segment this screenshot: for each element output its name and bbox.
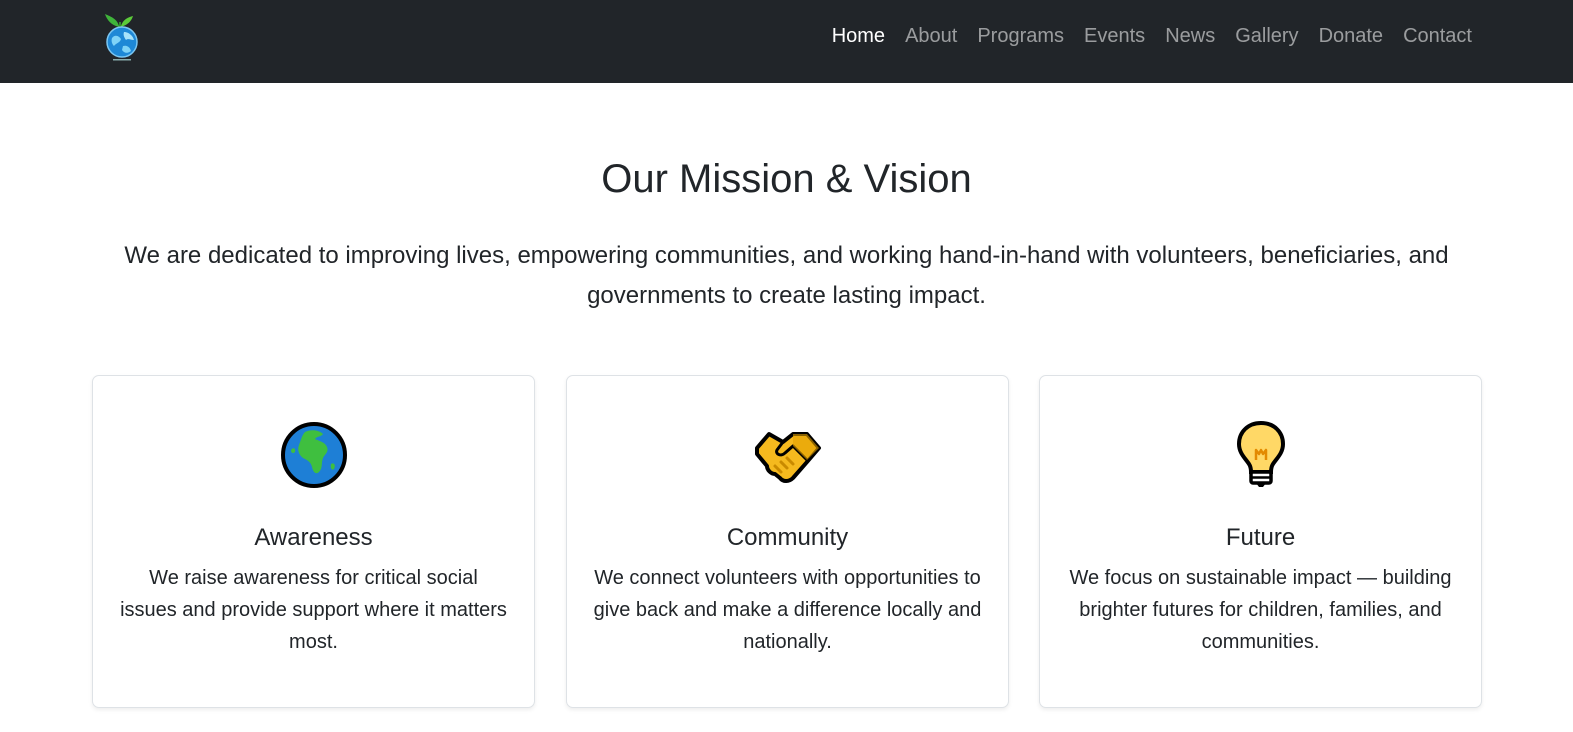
card-community: Community We connect volunteers with opp… — [566, 375, 1009, 708]
nav-link-events[interactable]: Events — [1084, 25, 1145, 47]
nav-link-home[interactable]: Home — [832, 25, 885, 47]
card-text: We focus on sustainable impact — buildin… — [1069, 567, 1452, 653]
nav-item-gallery: Gallery — [1235, 25, 1298, 48]
nav-item-news: News — [1165, 25, 1215, 48]
nav-item-about: About — [905, 25, 957, 48]
nav-link-news[interactable]: News — [1165, 25, 1215, 47]
nav-link-programs[interactable]: Programs — [977, 25, 1064, 47]
globe-africa-icon — [280, 422, 347, 488]
nav-link-donate[interactable]: Donate — [1319, 25, 1384, 47]
card-title: Awareness — [254, 524, 373, 551]
mission-lead: We are dedicated to improving lives, emp… — [124, 242, 1449, 309]
card-text: We connect volunteers with opportunities… — [593, 567, 982, 653]
top-navbar: Home About Programs Events News Gallery … — [0, 0, 1573, 83]
nav-menu: Home About Programs Events News Gallery … — [812, 0, 1472, 72]
globe-with-sprout-icon — [105, 14, 138, 61]
handshake-icon — [754, 432, 821, 483]
nav-item-contact: Contact — [1403, 25, 1472, 48]
nav-link-about[interactable]: About — [905, 25, 957, 47]
brand-logo[interactable] — [99, 10, 143, 62]
nav-item-events: Events — [1084, 25, 1145, 48]
light-bulb-icon — [1236, 420, 1285, 487]
card-text: We raise awareness for critical social i… — [120, 567, 507, 653]
nav-link-contact[interactable]: Contact — [1403, 25, 1472, 47]
mission-title: Our Mission & Vision — [601, 157, 972, 201]
nav-item-donate: Donate — [1319, 25, 1384, 48]
card-title: Community — [726, 524, 849, 551]
nav-item-home: Home — [832, 25, 885, 48]
card-awareness: Awareness We raise awareness for critica… — [92, 375, 535, 708]
nav-item-programs: Programs — [977, 25, 1064, 48]
card-future: Future We focus on sustainable impact — … — [1039, 375, 1482, 708]
nav-link-gallery[interactable]: Gallery — [1235, 25, 1298, 47]
card-title: Future — [1225, 524, 1296, 551]
